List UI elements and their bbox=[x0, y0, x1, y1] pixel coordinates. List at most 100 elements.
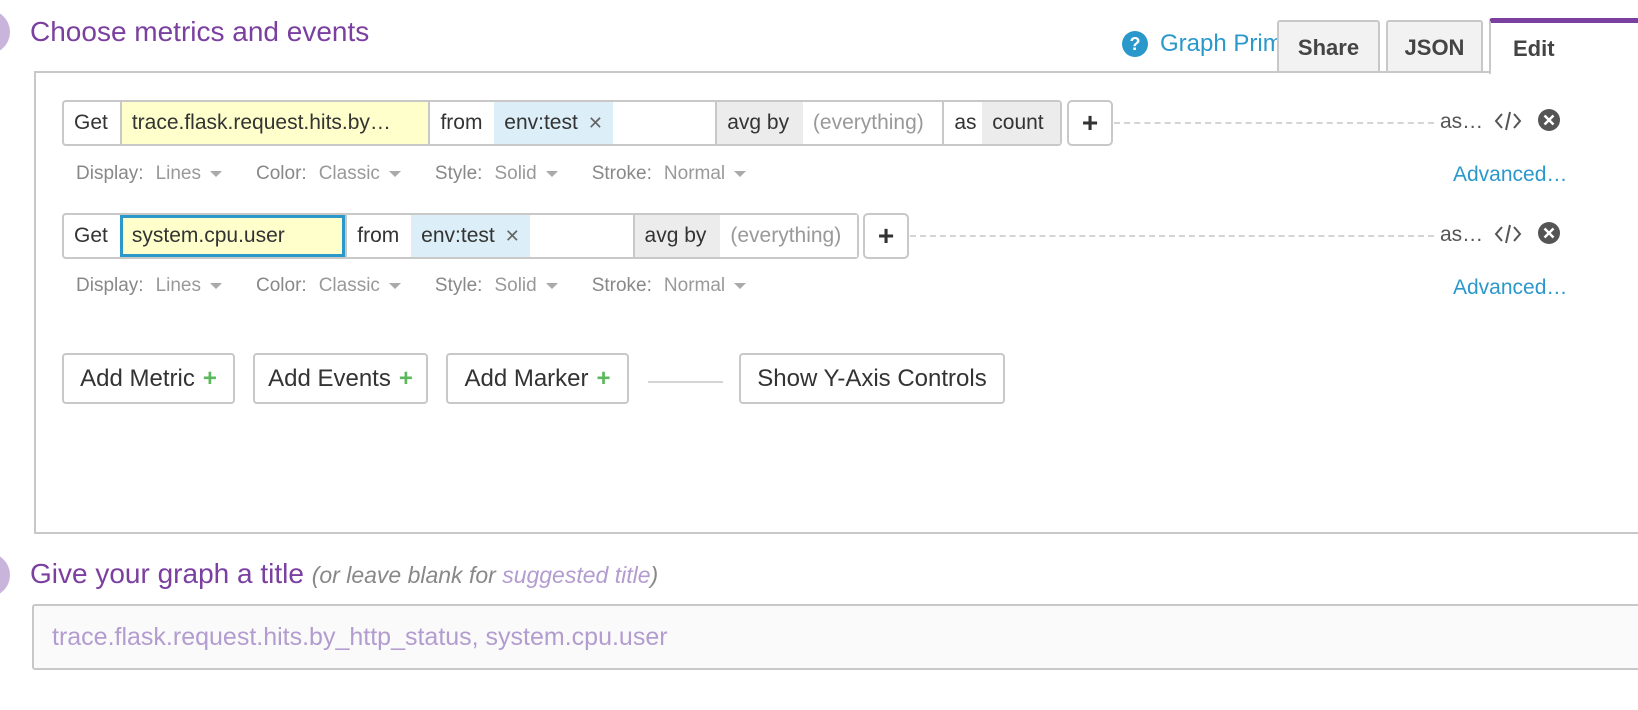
tag-label: env:test bbox=[421, 224, 495, 247]
step-indicator-title bbox=[0, 553, 10, 597]
display-select[interactable]: Lines bbox=[156, 275, 222, 297]
help-icon: ? bbox=[1122, 31, 1148, 57]
display-options-1: Display: Lines Color: Classic Style: Sol… bbox=[76, 163, 780, 185]
row-divider bbox=[1114, 122, 1434, 124]
get-label: Get bbox=[74, 224, 108, 247]
tab-json[interactable]: JSON bbox=[1386, 20, 1483, 73]
group-by-field[interactable]: (everything) bbox=[802, 102, 943, 144]
alias-field[interactable]: as… bbox=[1440, 223, 1483, 247]
hint-suffix: ) bbox=[650, 562, 659, 588]
remove-tag-icon[interactable]: ✕ bbox=[505, 226, 520, 247]
display-options-2: Display: Lines Color: Classic Style: Sol… bbox=[76, 275, 780, 297]
add-metric-button[interactable]: Add Metric + bbox=[62, 353, 235, 404]
option-label: Display: bbox=[76, 275, 144, 296]
add-function-button[interactable]: + bbox=[863, 213, 909, 259]
advanced-link-1[interactable]: Advanced… bbox=[1453, 163, 1567, 187]
tab-edit[interactable]: Edit bbox=[1489, 18, 1638, 74]
option-value: Lines bbox=[155, 163, 201, 184]
suggested-title-link[interactable]: suggested title bbox=[502, 562, 650, 588]
caret-down-icon bbox=[388, 171, 401, 177]
caret-down-icon bbox=[734, 171, 747, 177]
plus-icon: + bbox=[202, 364, 217, 392]
display-option: Display: Lines bbox=[76, 163, 222, 185]
add-metric-label: Add Metric bbox=[80, 364, 195, 392]
option-value: Solid bbox=[494, 163, 537, 184]
stroke-select[interactable]: Normal bbox=[663, 163, 747, 185]
color-option: Color: Classic bbox=[256, 163, 401, 185]
display-option: Display: Lines bbox=[76, 275, 222, 297]
color-select[interactable]: Classic bbox=[319, 275, 401, 297]
query-row-1: Get trace.flask.request.hits.by… from en… bbox=[62, 100, 1062, 146]
group-by-field[interactable]: (everything) bbox=[720, 215, 857, 257]
alias-field[interactable]: as… bbox=[1440, 110, 1483, 134]
add-marker-label: Add Marker bbox=[464, 364, 589, 392]
style-select[interactable]: Solid bbox=[494, 163, 558, 185]
caret-down-icon bbox=[210, 283, 222, 289]
stroke-option: Stroke: Normal bbox=[592, 275, 747, 297]
option-label: Style: bbox=[434, 163, 483, 184]
caret-down-icon bbox=[210, 171, 222, 177]
color-select[interactable]: Classic bbox=[319, 163, 401, 185]
from-label: from bbox=[428, 102, 494, 144]
option-value: Normal bbox=[663, 275, 726, 296]
section-title-graph-title: Give your graph a title (or leave blank … bbox=[30, 558, 658, 590]
option-value: Normal bbox=[663, 163, 726, 184]
style-select[interactable]: Solid bbox=[494, 275, 558, 297]
option-value: Lines bbox=[155, 275, 201, 296]
aggregator-label[interactable]: avg by bbox=[715, 102, 803, 144]
option-label: Style: bbox=[434, 275, 483, 296]
add-function-button[interactable]: + bbox=[1067, 100, 1113, 146]
rollup-field[interactable]: count bbox=[982, 102, 1060, 144]
color-option: Color: Classic bbox=[256, 275, 401, 297]
code-icon[interactable] bbox=[1494, 110, 1522, 132]
plus-icon: + bbox=[877, 220, 895, 251]
option-label: Display: bbox=[76, 163, 144, 184]
option-label: Color: bbox=[256, 275, 307, 296]
style-option: Style: Solid bbox=[435, 163, 558, 185]
code-icon[interactable] bbox=[1494, 223, 1522, 245]
divider-line bbox=[648, 381, 723, 383]
tag-chip: env:test ✕ bbox=[494, 102, 613, 144]
remove-query-icon[interactable] bbox=[1537, 108, 1561, 132]
stroke-select[interactable]: Normal bbox=[663, 275, 747, 297]
show-y-axis-controls-button[interactable]: Show Y-Axis Controls bbox=[739, 353, 1005, 404]
graph-editor: Choose metrics and events ? Graph Primer… bbox=[0, 0, 1638, 710]
plus-icon: + bbox=[1081, 107, 1099, 138]
row-divider bbox=[910, 235, 1434, 237]
caret-down-icon bbox=[545, 171, 558, 177]
add-marker-button[interactable]: Add Marker + bbox=[446, 353, 629, 404]
step-indicator-metrics bbox=[0, 10, 10, 54]
tab-share[interactable]: Share bbox=[1277, 20, 1380, 73]
option-label: Stroke: bbox=[591, 163, 652, 184]
aggregator-label[interactable]: avg by bbox=[632, 215, 721, 257]
graph-title-input[interactable] bbox=[52, 622, 1638, 652]
caret-down-icon bbox=[734, 283, 747, 289]
caret-down-icon bbox=[545, 283, 558, 289]
scope-field[interactable]: env:test ✕ bbox=[411, 215, 632, 257]
plus-icon: + bbox=[596, 364, 611, 392]
option-label: Color: bbox=[256, 163, 307, 184]
get-label: Get bbox=[74, 111, 108, 134]
caret-down-icon bbox=[388, 283, 401, 289]
scope-field[interactable]: env:test ✕ bbox=[494, 102, 715, 144]
display-select[interactable]: Lines bbox=[156, 163, 222, 185]
option-value: Classic bbox=[318, 163, 380, 184]
hint-prefix: (or leave blank for bbox=[311, 562, 503, 588]
add-events-button[interactable]: Add Events + bbox=[253, 353, 428, 404]
stroke-option: Stroke: Normal bbox=[591, 163, 747, 185]
title-hint: (or leave blank for suggested title) bbox=[312, 562, 658, 588]
style-option: Style: Solid bbox=[435, 275, 558, 297]
remove-tag-icon[interactable]: ✕ bbox=[588, 113, 603, 134]
advanced-link-2[interactable]: Advanced… bbox=[1453, 276, 1567, 300]
option-value: Solid bbox=[494, 275, 537, 296]
tag-label: env:test bbox=[504, 111, 578, 134]
option-value: Classic bbox=[318, 275, 380, 296]
graph-title-field bbox=[32, 604, 1638, 670]
plus-icon: + bbox=[398, 364, 413, 392]
metric-field[interactable]: trace.flask.request.hits.by… bbox=[119, 102, 429, 144]
remove-query-icon[interactable] bbox=[1537, 221, 1561, 245]
metric-field[interactable]: system.cpu.user bbox=[119, 215, 346, 257]
query-row-2: Get system.cpu.user from env:test ✕ avg … bbox=[62, 213, 859, 259]
as-label: as bbox=[942, 102, 982, 144]
add-events-label: Add Events bbox=[268, 364, 391, 392]
